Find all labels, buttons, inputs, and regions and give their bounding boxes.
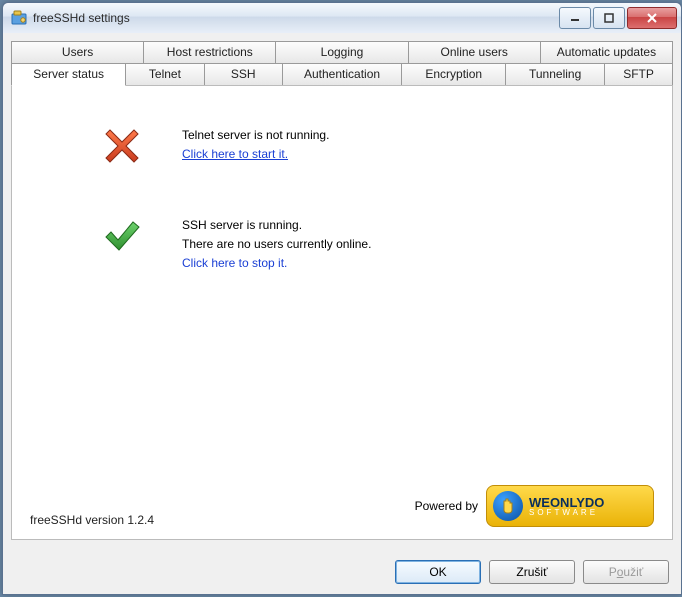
- footer: freeSSHd version 1.2.4 Powered by WEONLY…: [30, 485, 654, 527]
- version-label: freeSSHd version 1.2.4: [30, 513, 154, 527]
- tab-authentication[interactable]: Authentication: [282, 63, 402, 86]
- ssh-status-text: SSH server is running.: [182, 216, 371, 235]
- ssh-status-row: SSH server is running. There are no user…: [42, 216, 642, 274]
- close-button[interactable]: [627, 7, 677, 29]
- telnet-status-text: Telnet server is not running.: [182, 126, 329, 145]
- tab-automatic-updates[interactable]: Automatic updates: [540, 41, 673, 64]
- telnet-status-row: Telnet server is not running. Click here…: [42, 126, 642, 166]
- dialog-window: freeSSHd settings Users Host restriction…: [2, 2, 682, 595]
- tab-users[interactable]: Users: [11, 41, 144, 64]
- logo-sub-text: SOFTWARE: [529, 509, 604, 517]
- ssh-stop-link[interactable]: Click here to stop it.: [182, 256, 287, 270]
- tab-sftp[interactable]: SFTP: [604, 63, 673, 86]
- window-title: freeSSHd settings: [33, 11, 559, 25]
- tab-ssh[interactable]: SSH: [204, 63, 283, 86]
- x-mark-icon: [102, 126, 142, 166]
- tab-tunneling[interactable]: Tunneling: [505, 63, 605, 86]
- ssh-users-text: There are no users currently online.: [182, 235, 371, 254]
- tab-row-bottom: Server status Telnet SSH Authentication …: [11, 63, 673, 86]
- tab-host-restrictions[interactable]: Host restrictions: [143, 41, 276, 64]
- minimize-button[interactable]: [559, 7, 591, 29]
- tab-row-top: Users Host restrictions Logging Online u…: [11, 41, 673, 64]
- tab-encryption[interactable]: Encryption: [401, 63, 506, 86]
- dialog-body: Users Host restrictions Logging Online u…: [3, 33, 681, 594]
- check-mark-icon: [102, 216, 142, 256]
- titlebar[interactable]: freeSSHd settings: [3, 3, 681, 34]
- app-icon: [11, 10, 27, 26]
- apply-button[interactable]: Použiť: [583, 560, 669, 584]
- ok-button[interactable]: OK: [395, 560, 481, 584]
- tab-online-users[interactable]: Online users: [408, 41, 541, 64]
- telnet-start-link[interactable]: Click here to start it.: [182, 147, 288, 161]
- maximize-button[interactable]: [593, 7, 625, 29]
- tab-telnet[interactable]: Telnet: [125, 63, 204, 86]
- tab-server-status[interactable]: Server status: [11, 63, 126, 86]
- dialog-button-row: OK Zrušiť Použiť: [395, 560, 669, 584]
- tab-control: Users Host restrictions Logging Online u…: [11, 85, 673, 586]
- tab-logging[interactable]: Logging: [275, 41, 408, 64]
- hand-icon: [493, 491, 523, 521]
- weonlydo-logo[interactable]: WEONLYDO SOFTWARE: [486, 485, 654, 527]
- server-status-panel: Telnet server is not running. Click here…: [12, 86, 672, 539]
- tab-page: Telnet server is not running. Click here…: [11, 85, 673, 540]
- powered-by-label: Powered by: [415, 499, 478, 513]
- cancel-button[interactable]: Zrušiť: [489, 560, 575, 584]
